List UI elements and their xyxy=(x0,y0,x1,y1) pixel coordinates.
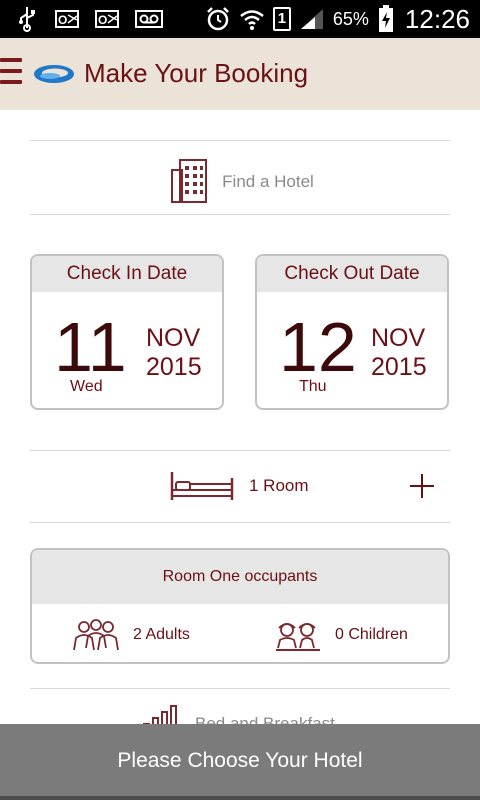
battery-charging-icon xyxy=(377,5,395,32)
status-bar-notifications: O O xyxy=(14,6,164,32)
check-in-month: NOV xyxy=(146,324,201,352)
page-title: Make Your Booking xyxy=(84,58,309,88)
battery-percent: 65% xyxy=(332,8,369,29)
status-bar: O O 1 65% 12:26 xyxy=(0,0,480,38)
svg-text:O: O xyxy=(58,13,67,27)
add-room-button[interactable] xyxy=(408,472,436,500)
children-icon[interactable] xyxy=(274,618,322,657)
check-in-year: 2015 xyxy=(146,353,202,381)
usb-icon xyxy=(14,6,40,32)
divider xyxy=(30,140,450,141)
outlook-icon: O xyxy=(94,6,120,32)
check-out-year: 2015 xyxy=(371,353,427,381)
alarm-icon xyxy=(205,6,231,32)
divider xyxy=(30,688,450,689)
adults-count[interactable]: 2 Adults xyxy=(133,626,190,644)
hotel-building-icon xyxy=(166,156,214,209)
check-in-day: 11 xyxy=(54,308,127,386)
room-count-row: 1 Room xyxy=(30,450,450,522)
voicemail-icon xyxy=(134,6,164,32)
app-header: Make Your Booking xyxy=(0,38,480,110)
choose-hotel-button[interactable]: Please Choose Your Hotel xyxy=(0,724,480,800)
find-hotel-label: Find a Hotel xyxy=(222,172,314,191)
occupants-title: Room One occupants xyxy=(32,550,448,604)
wifi-icon xyxy=(239,6,265,32)
check-in-title: Check In Date xyxy=(32,256,222,292)
check-out-month: NOV xyxy=(371,324,426,352)
find-hotel-button[interactable]: Find a Hotel xyxy=(30,150,450,214)
signal-icon xyxy=(299,6,325,32)
svg-text:O: O xyxy=(98,13,107,27)
check-out-title: Check Out Date xyxy=(257,256,447,292)
divider xyxy=(30,214,450,215)
sim-icon: 1 xyxy=(272,7,291,31)
check-out-day: 12 xyxy=(279,308,357,386)
bed-icon xyxy=(170,470,234,507)
check-out-weekday: Thu xyxy=(299,378,327,395)
status-bar-system: 1 65% 12:26 xyxy=(205,3,470,35)
divider xyxy=(30,522,450,523)
room-count-label: 1 Room xyxy=(249,476,309,495)
adults-icon[interactable] xyxy=(72,618,120,657)
menu-icon[interactable] xyxy=(0,58,24,90)
clock-time: 12:26 xyxy=(404,3,470,34)
check-in-weekday: Wed xyxy=(70,378,103,395)
booking-form: Find a Hotel Check In Date 11 NOV 2015 W… xyxy=(0,110,480,800)
check-in-date-card[interactable]: Check In Date 11 NOV 2015 Wed xyxy=(30,254,224,410)
check-out-date-card[interactable]: Check Out Date 12 NOV 2015 Thu xyxy=(255,254,449,410)
outlook-icon: O xyxy=(54,6,80,32)
room-occupants-card: Room One occupants 2 Adults 0 Children xyxy=(30,548,450,664)
children-count[interactable]: 0 Children xyxy=(335,626,408,644)
app-logo xyxy=(32,60,76,88)
